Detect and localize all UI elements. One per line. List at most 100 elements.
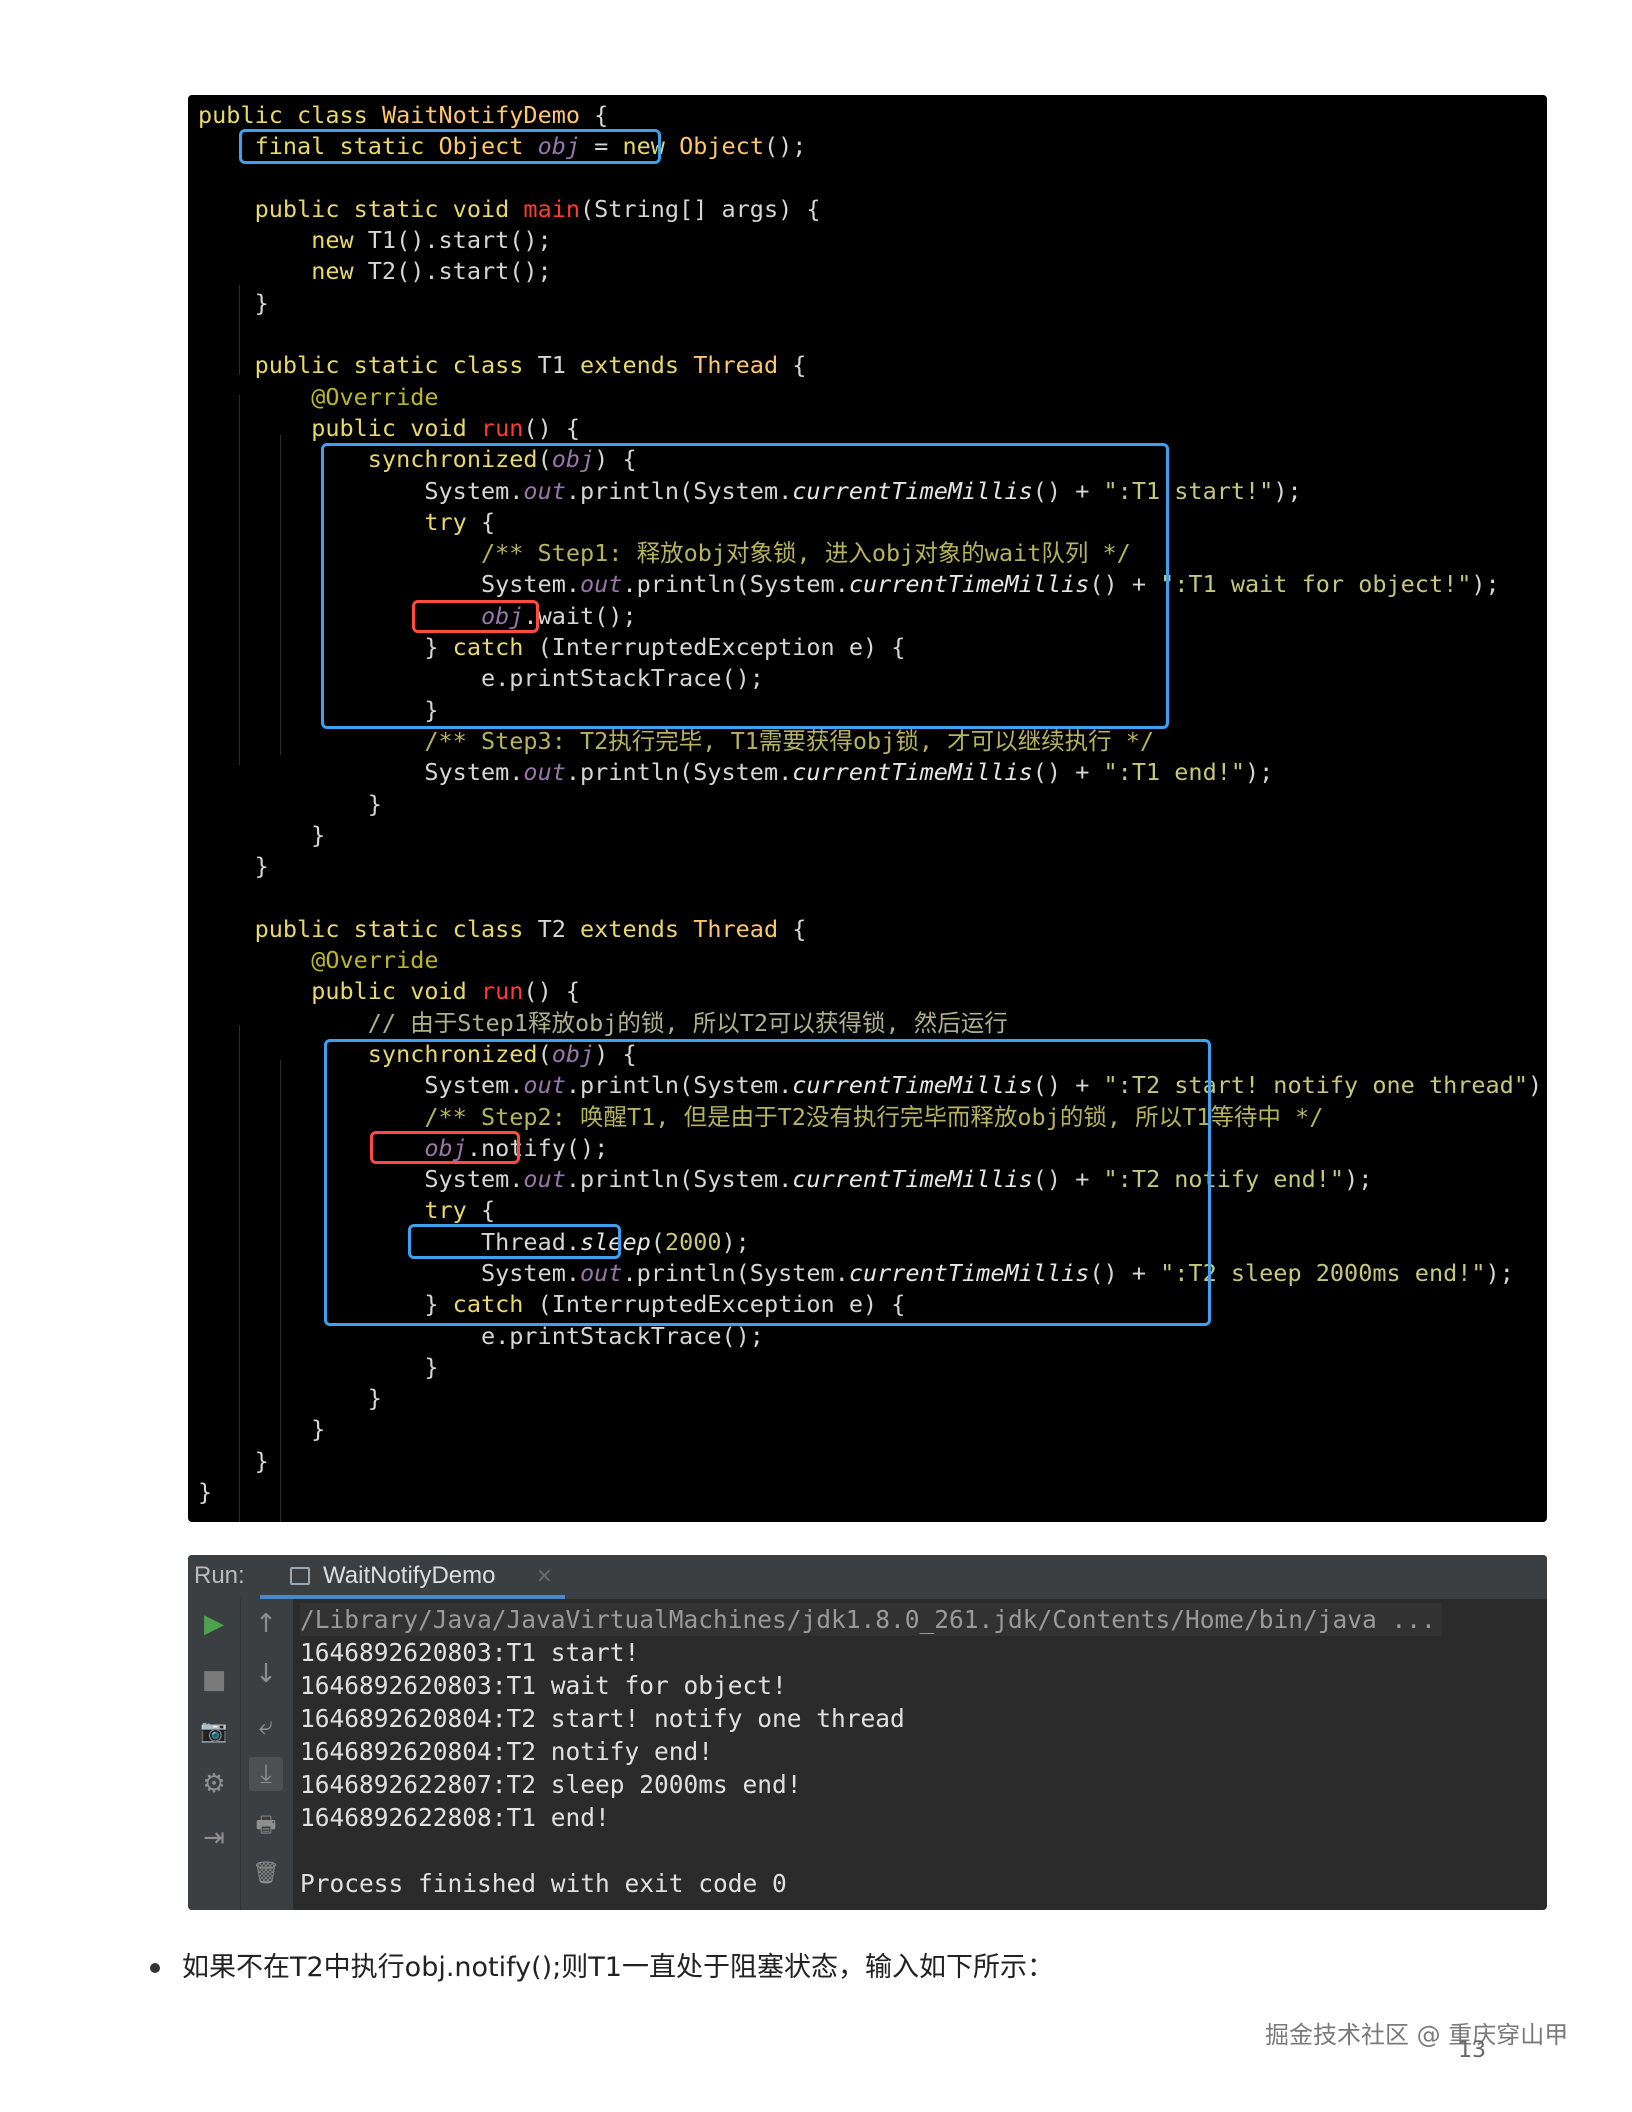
scroll-up-icon[interactable]: ↑ bbox=[249, 1607, 283, 1641]
code-token: Object bbox=[679, 132, 764, 161]
trash-icon[interactable]: 🗑 bbox=[249, 1857, 283, 1891]
code-line: public class WaitNotifyDemo { bbox=[198, 100, 1547, 131]
code-token: // 由于Step1释放obj的锁, 所以T2可以获得锁, 然后运行 bbox=[367, 1008, 1008, 1037]
camera-icon[interactable]: 📷 bbox=[197, 1715, 231, 1749]
exit-icon[interactable]: ⇥ bbox=[197, 1821, 231, 1855]
code-line: new T1().start(); bbox=[198, 225, 1547, 256]
settings-icon[interactable]: ⚙ bbox=[197, 1767, 231, 1801]
highlight-t1-synchronized-block bbox=[321, 443, 1169, 729]
highlight-obj-notify bbox=[370, 1131, 520, 1164]
code-token: extends bbox=[580, 914, 694, 943]
code-line: new T2().start(); bbox=[198, 256, 1547, 287]
code-line: public static class T1 extends Thread { bbox=[198, 350, 1547, 381]
code-token: run bbox=[480, 977, 524, 1006]
scroll-down-icon[interactable]: ↓ bbox=[249, 1657, 283, 1691]
code-line: } bbox=[198, 1477, 1547, 1508]
print-icon[interactable]: 🖶 bbox=[249, 1809, 283, 1843]
code-token: public static void bbox=[254, 194, 524, 223]
code-line: public static class T2 extends Thread { bbox=[198, 914, 1547, 945]
highlight-thread-sleep bbox=[408, 1224, 621, 1259]
code-token: } bbox=[198, 1352, 439, 1381]
run-toolbar-left: ▶ ■ 📷 ⚙ ⇥ bbox=[188, 1599, 240, 1910]
rerun-icon[interactable]: ▶ bbox=[197, 1607, 231, 1641]
code-token: ); bbox=[1273, 476, 1302, 505]
code-token: new bbox=[311, 257, 368, 286]
indent-guide bbox=[239, 285, 240, 375]
code-token: () { bbox=[523, 977, 581, 1006]
code-token: } bbox=[198, 1478, 213, 1507]
bullet-text: 如果不在T2中执行obj.notify();则T1一直处于阻塞状态，输入如下所示… bbox=[182, 1952, 1054, 1983]
run-label: Run: bbox=[194, 1562, 245, 1589]
console-line: 1646892620803:T1 wait for object! bbox=[300, 1671, 787, 1700]
code-token: Thread bbox=[693, 351, 779, 380]
java-command: /Library/Java/JavaVirtualMachines/jdk1.8… bbox=[300, 1603, 1442, 1636]
stop-icon[interactable]: ■ bbox=[197, 1663, 231, 1697]
code-token: .println(System. bbox=[565, 758, 793, 787]
code-token: ); bbox=[1245, 758, 1274, 787]
code-token: ); bbox=[1471, 570, 1500, 599]
code-token: (); bbox=[763, 132, 807, 161]
gutter bbox=[188, 95, 198, 1522]
code-token: T2 bbox=[537, 914, 581, 943]
code-token: { bbox=[580, 101, 609, 129]
indent-guide bbox=[280, 1060, 281, 1522]
soft-wrap-icon[interactable]: ⤶ bbox=[249, 1709, 283, 1743]
indent-guide bbox=[239, 395, 240, 765]
scroll-to-end-icon[interactable]: ⤓ bbox=[249, 1757, 283, 1791]
code-line: } bbox=[198, 820, 1547, 851]
console-line: 1646892622807:T2 sleep 2000ms end! bbox=[300, 1770, 802, 1799]
code-editor: public class WaitNotifyDemo { final stat… bbox=[188, 95, 1547, 1522]
code-token: ":T1 end!" bbox=[1103, 758, 1246, 787]
console-line: 1646892620803:T1 start! bbox=[300, 1638, 640, 1667]
highlight-t2-synchronized-block bbox=[324, 1039, 1211, 1326]
code-token: WaitNotifyDemo bbox=[381, 101, 581, 129]
tab-wait-notify-demo[interactable]: WaitNotifyDemo × bbox=[260, 1555, 565, 1599]
code-line: } bbox=[198, 789, 1547, 820]
code-token: } bbox=[198, 1446, 269, 1475]
code-line: public static void main(String[] args) { bbox=[198, 194, 1547, 225]
code-token: (String[] args) { bbox=[580, 194, 821, 223]
watermark: 掘金技术社区 @ 重庆穿山甲 bbox=[1265, 2021, 1569, 2049]
run-header: Run: WaitNotifyDemo × bbox=[188, 1555, 1547, 1599]
code-token: } bbox=[198, 820, 326, 849]
code-line: public void run() { bbox=[198, 976, 1547, 1007]
code-token: } bbox=[198, 1415, 326, 1444]
code-token: @Override bbox=[311, 382, 439, 411]
code-token: } bbox=[198, 789, 382, 818]
code-line: System.out.println(System.currentTimeMil… bbox=[198, 757, 1547, 788]
code-line: /** Step3: T2执行完毕, T1需要获得obj锁, 才可以继续执行 *… bbox=[198, 726, 1547, 757]
code-token: public static class bbox=[254, 914, 538, 943]
code-token: () + bbox=[1032, 758, 1104, 787]
code-line: } bbox=[198, 288, 1547, 319]
code-token: ); bbox=[1485, 1258, 1514, 1287]
console-line: 1646892622808:T1 end! bbox=[300, 1803, 610, 1832]
code-token: extends bbox=[580, 351, 694, 380]
close-icon[interactable]: × bbox=[536, 1563, 553, 1587]
code-token: out bbox=[523, 758, 566, 787]
indent-guide bbox=[239, 1025, 240, 1522]
highlight-obj-declaration bbox=[239, 129, 661, 164]
code-line: public void run() { bbox=[198, 413, 1547, 444]
console-line: Process finished with exit code 0 bbox=[300, 1869, 787, 1898]
tab-title: WaitNotifyDemo bbox=[323, 1562, 496, 1589]
code-token: currentTimeMillis bbox=[792, 758, 1033, 787]
tab-active-underline bbox=[260, 1595, 565, 1599]
code-token: T1().start(); bbox=[367, 226, 552, 255]
code-token: public static class bbox=[254, 351, 538, 380]
code-token: { bbox=[778, 914, 807, 943]
code-token: } bbox=[198, 288, 269, 317]
code-token: { bbox=[778, 351, 807, 380]
code-token: new bbox=[311, 226, 368, 255]
code-token: public void bbox=[311, 413, 481, 442]
